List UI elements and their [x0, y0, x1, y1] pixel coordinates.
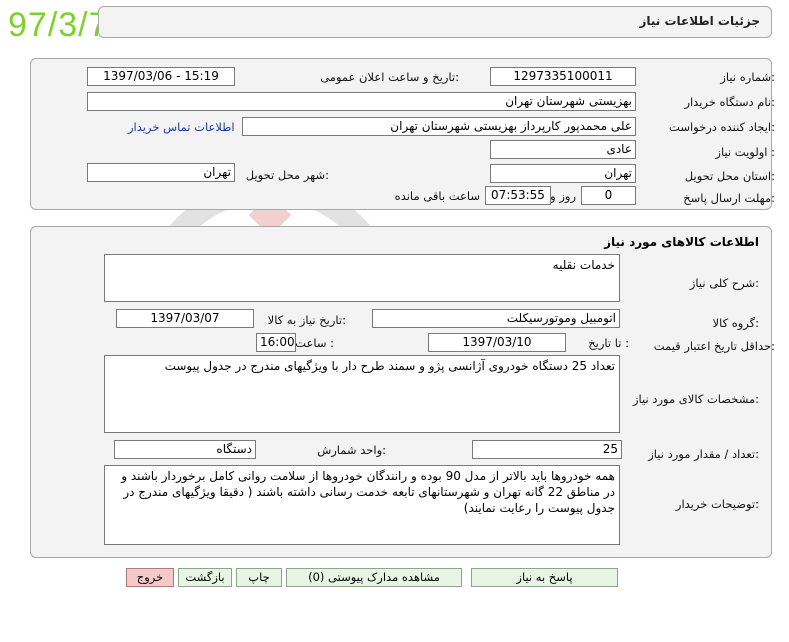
validity-label: حداقل تاریخ اعتبار قیمت: — [653, 339, 775, 353]
buyer-label: نام دستگاه خریدار: — [684, 95, 775, 109]
group-field: اتومبیل وموتورسیکلت — [372, 309, 620, 328]
days-field: 0 — [581, 186, 636, 205]
attachments-button[interactable]: مشاهده مدارک پیوستی (0) — [286, 568, 462, 587]
summary-field: خدمات نقلیه — [104, 254, 620, 302]
buyer-field: بهزیستی شهرستان تهران — [87, 92, 636, 111]
goods-section-title: اطلاعات کالاهای مورد نیاز — [604, 235, 759, 249]
need-date-label: تاریخ نیاز به کالا: — [267, 313, 346, 327]
city-field: تهران — [87, 163, 235, 182]
deadline-label: مهلت ارسال پاسخ: — [683, 191, 775, 205]
city-label: شهر محل تحویل: — [245, 168, 329, 182]
announce-field: 1397/03/06 - 15:19 — [87, 67, 235, 86]
qty-label: تعداد / مقدار مورد نیاز: — [648, 447, 759, 461]
priority-label: اولویت نیاز : — [715, 145, 775, 159]
qty-field: 25 — [472, 440, 622, 459]
unit-label: واحد شمارش: — [317, 443, 386, 457]
exit-button[interactable]: خروج — [126, 568, 174, 587]
hour-label: ساعت : — [295, 336, 334, 350]
group-label: گروه کالا: — [712, 316, 759, 330]
remaining-label: ساعت باقی مانده — [394, 189, 480, 203]
notes-label: توضیحات خریدار: — [675, 497, 759, 511]
need-number-field: 1297335100011 — [490, 67, 636, 86]
date-stamp: 97/3/7 — [8, 6, 109, 44]
need-number-label: شماره نیاز: — [720, 70, 775, 84]
province-field: تهران — [490, 164, 636, 183]
creator-field: علی محمدپور کارپرداز بهزیستی شهرستان تهر… — [242, 117, 636, 136]
notes-field: همه خودروها باید بالاتر از مدل 90 بوده و… — [104, 465, 620, 545]
spec-field: تعداد 25 دستگاه خودروی آژانسی پژو و سمند… — [104, 355, 620, 433]
to-date-field: 1397/03/10 — [428, 333, 566, 352]
hour-field: 16:00 — [256, 333, 296, 352]
creator-label: ایجاد کننده درخواست: — [669, 120, 775, 134]
to-date-label: تا تاریخ : — [588, 336, 629, 350]
need-date-field: 1397/03/07 — [116, 309, 254, 328]
unit-field: دستگاه — [114, 440, 256, 459]
print-button[interactable]: چاپ — [236, 568, 282, 587]
spec-label: مشخصات کالای مورد نیاز: — [632, 392, 759, 406]
days-unit-label: روز و — [550, 189, 576, 203]
page-title: جزئیات اطلاعات نیاز — [639, 14, 760, 28]
back-button[interactable]: بازگشت — [178, 568, 232, 587]
reply-button[interactable]: پاسخ به نیاز — [471, 568, 618, 587]
summary-label: شرح کلی نیاز: — [689, 276, 759, 290]
announce-label: تاریخ و ساعت اعلان عمومی: — [320, 70, 459, 84]
buyer-contact-link[interactable]: اطلاعات تماس خریدار — [128, 120, 235, 134]
province-label: استان محل تحویل: — [684, 169, 775, 183]
remaining-time-field: 07:53:55 — [485, 186, 551, 205]
priority-field: عادی — [490, 140, 636, 159]
